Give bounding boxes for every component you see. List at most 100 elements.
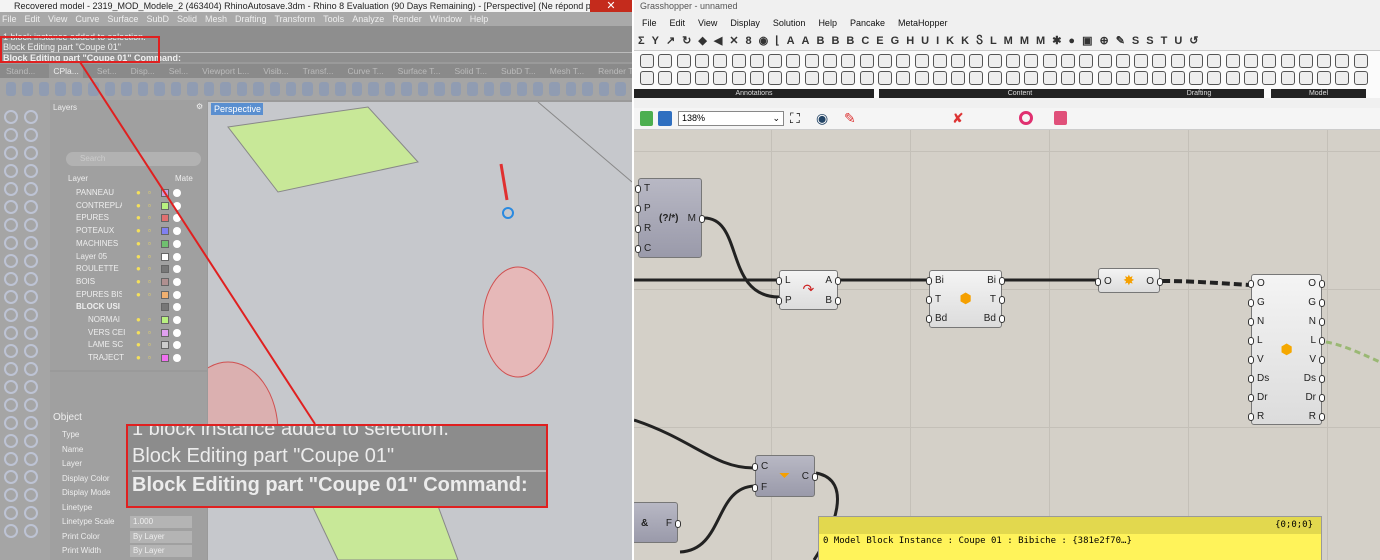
component-icon[interactable] (1024, 54, 1039, 68)
component-icon[interactable] (1134, 71, 1149, 85)
output-grip[interactable] (835, 297, 841, 305)
output-grip[interactable] (999, 296, 1005, 304)
output-Ds[interactable]: Ds (1304, 373, 1316, 385)
component-icon[interactable] (896, 54, 911, 68)
gh-canvas[interactable]: T P R C M (?/*) L P A B ↷ Bi T Bd Bi T Bd ⬢ O O ✸ O G N L V Ds Dr R O… (634, 130, 1380, 560)
component-icon[interactable] (786, 54, 801, 68)
output-L[interactable]: L (1310, 335, 1316, 347)
input-V[interactable]: V (1257, 354, 1264, 366)
output-G[interactable]: G (1308, 297, 1316, 309)
output-N[interactable]: N (1309, 316, 1316, 328)
input-grip[interactable] (1248, 412, 1254, 421)
component-tab[interactable]: Y (652, 34, 659, 48)
component-tab[interactable]: M (1004, 34, 1013, 48)
input-C[interactable]: C (761, 461, 768, 473)
output-grip[interactable] (675, 519, 681, 528)
component-and-gate[interactable]: F & (634, 502, 681, 543)
component-tab[interactable]: ◆ (698, 34, 706, 48)
component-tab[interactable]: Σ (638, 34, 645, 48)
component-icon[interactable] (1115, 71, 1130, 85)
output-grip[interactable] (1157, 277, 1163, 286)
component-model-object[interactable]: O G N L V Ds Dr R O G N L V Ds Dr R ⬢ (1248, 274, 1325, 425)
component-icon[interactable] (877, 71, 892, 85)
component-icon[interactable] (896, 71, 911, 85)
component-icon[interactable] (731, 54, 746, 68)
component-icon[interactable] (951, 54, 966, 68)
component-icon[interactable] (1298, 54, 1313, 68)
output-B[interactable]: B (825, 295, 832, 307)
component-tab[interactable]: B (816, 34, 824, 48)
component-tab[interactable]: ⌊ (775, 34, 779, 48)
menu-item-help[interactable]: Help (818, 17, 837, 29)
eye-icon[interactable]: ◉ (816, 110, 828, 127)
output-grip[interactable] (1319, 337, 1325, 346)
component-icon[interactable] (914, 54, 929, 68)
input-grip[interactable] (635, 205, 641, 213)
input-grip[interactable] (926, 296, 932, 304)
component-tab[interactable]: ✕ (729, 34, 738, 48)
output-Bd[interactable]: Bd (984, 313, 996, 325)
component-tab[interactable]: C (861, 34, 869, 48)
input-Ds[interactable]: Ds (1257, 373, 1269, 385)
component-icon[interactable] (1280, 71, 1295, 85)
component-tab[interactable]: ◀ (714, 34, 722, 48)
component-tab[interactable]: ◉ (759, 34, 769, 48)
component-tab[interactable]: ▣ (1082, 34, 1092, 48)
component-icon[interactable] (1353, 54, 1368, 68)
component-icon[interactable] (951, 71, 966, 85)
input-grip[interactable] (776, 277, 782, 285)
input-grip[interactable] (1248, 393, 1254, 402)
output-grip[interactable] (1319, 393, 1325, 402)
component-explode[interactable]: O O ✸ (1095, 268, 1163, 293)
input-R[interactable]: R (1257, 411, 1264, 423)
input-G[interactable]: G (1257, 297, 1265, 309)
component-tab[interactable]: G (891, 34, 900, 48)
output-grip[interactable] (999, 315, 1005, 324)
input-grip[interactable] (776, 297, 782, 305)
component-icon[interactable] (640, 71, 654, 85)
component-tab[interactable]: K (946, 34, 954, 48)
output-R[interactable]: R (1309, 411, 1316, 423)
open-icon[interactable] (640, 111, 653, 126)
component-icon[interactable] (987, 71, 1002, 85)
input-Bd[interactable]: Bd (935, 313, 947, 325)
group-annotations[interactable]: Annotations (634, 89, 874, 98)
component-icon[interactable] (1317, 54, 1332, 68)
component-split[interactable]: L P A B ↷ (776, 270, 841, 310)
component-icon[interactable] (1335, 54, 1350, 68)
component-icon[interactable] (1317, 71, 1332, 85)
component-tab[interactable]: T (1161, 34, 1168, 48)
output-C[interactable]: C (802, 471, 809, 483)
component-tab[interactable]: Ⴝ (976, 34, 983, 48)
component-icon[interactable] (932, 54, 947, 68)
component-icon[interactable] (1225, 54, 1240, 68)
component-icon[interactable] (823, 71, 837, 85)
component-icon[interactable] (1280, 54, 1295, 68)
component-icon[interactable] (768, 71, 783, 85)
output-grip[interactable] (699, 215, 705, 223)
input-grip[interactable] (926, 276, 932, 285)
input-grip[interactable] (635, 245, 641, 253)
component-icon[interactable] (786, 71, 801, 85)
component-tab[interactable]: L (990, 34, 997, 48)
output-grip[interactable] (1319, 299, 1325, 308)
component-icon[interactable] (841, 54, 856, 68)
output-A[interactable]: A (825, 275, 832, 287)
output-Dr[interactable]: Dr (1305, 392, 1316, 404)
calendar-icon[interactable] (1054, 111, 1067, 125)
input-L[interactable]: L (785, 275, 791, 287)
component-icon[interactable] (877, 54, 892, 68)
component-icon[interactable] (1006, 71, 1020, 85)
component-icon[interactable] (1243, 54, 1258, 68)
component-icon[interactable] (713, 71, 728, 85)
component-icon[interactable] (932, 71, 947, 85)
group-content[interactable]: Content (879, 89, 1161, 98)
component-icon[interactable] (1060, 71, 1075, 85)
component-tab[interactable]: K (961, 34, 969, 48)
output-Bi[interactable]: Bi (987, 275, 996, 287)
disable-icon[interactable]: ✘ (952, 110, 964, 127)
component-icon[interactable] (1006, 54, 1020, 68)
record-icon[interactable] (1019, 111, 1033, 125)
input-Dr[interactable]: Dr (1257, 392, 1268, 404)
input-grip[interactable] (1095, 277, 1101, 286)
